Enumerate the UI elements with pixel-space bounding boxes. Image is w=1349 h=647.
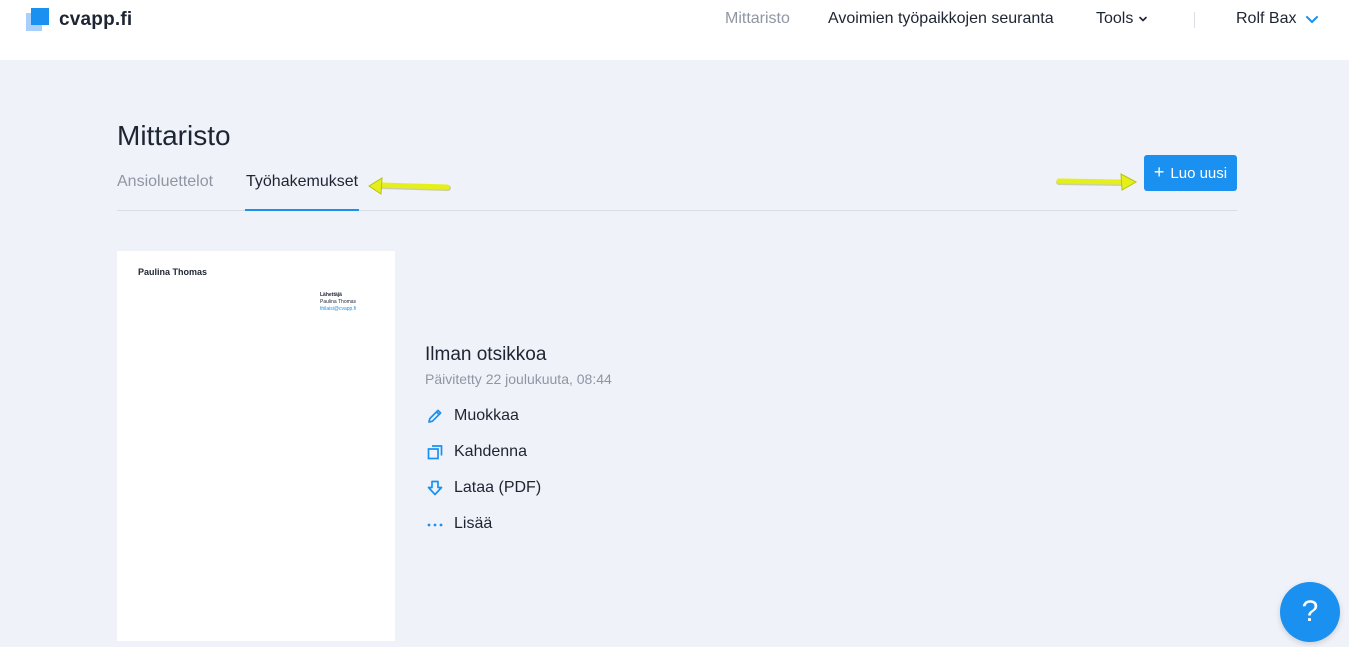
document-thumbnail[interactable]: Paulina Thomas Lähettäjä Paulina Thomas … bbox=[117, 251, 395, 641]
top-bar: cvapp.fi Mittaristo Avoimien työpaikkoje… bbox=[0, 0, 1349, 60]
nav-tools-label: Tools bbox=[1096, 10, 1134, 27]
user-menu[interactable]: Rolf Bax bbox=[1236, 10, 1319, 28]
nav-tools[interactable]: Tools bbox=[1096, 10, 1148, 28]
pencil-icon bbox=[425, 406, 445, 426]
edit-action[interactable]: Muokkaa bbox=[425, 404, 612, 428]
thumbnail-line: Lähettäjä bbox=[320, 292, 342, 298]
duplicate-action[interactable]: Kahdenna bbox=[425, 440, 612, 464]
document-details: Ilman otsikkoa Päivitetty 22 joulukuuta,… bbox=[425, 344, 612, 548]
edit-action-label: Muokkaa bbox=[454, 407, 519, 424]
create-new-label: Luo uusi bbox=[1170, 164, 1228, 182]
chevron-down-icon bbox=[1139, 16, 1148, 22]
plus-icon: + bbox=[1153, 162, 1165, 182]
nav-dashboard[interactable]: Mittaristo bbox=[725, 10, 790, 28]
chevron-down-icon bbox=[1306, 16, 1319, 23]
help-button[interactable]: ? bbox=[1280, 582, 1340, 642]
document-actions: Muokkaa Kahdenna Lataa (PDF) Lisää bbox=[425, 404, 612, 536]
duplicate-icon bbox=[425, 442, 445, 462]
main-nav: Mittaristo Avoimien työpaikkojen seurant… bbox=[0, 10, 1349, 30]
page-title: Mittaristo bbox=[117, 120, 231, 151]
arrow-right-icon bbox=[1056, 173, 1138, 191]
thumbnail-line: Paulina Thomas bbox=[320, 299, 357, 305]
thumbnail-line: thilaisi@cvapp.fi bbox=[320, 306, 357, 312]
thumbnail-sender-block: Lähettäjä Paulina Thomas thilaisi@cvapp.… bbox=[320, 292, 356, 313]
document-updated: Päivitetty 22 joulukuuta, 08:44 bbox=[425, 371, 612, 387]
create-new-button[interactable]: + Luo uusi bbox=[1144, 155, 1237, 191]
user-name: Rolf Bax bbox=[1236, 10, 1297, 27]
more-action-label: Lisää bbox=[454, 515, 493, 532]
download-icon bbox=[425, 478, 445, 498]
more-icon bbox=[425, 514, 445, 534]
arrow-left-icon bbox=[368, 177, 451, 195]
thumbnail-name: Paulina Thomas bbox=[138, 267, 208, 277]
tab-resumes[interactable]: Ansioluettelot bbox=[117, 173, 213, 211]
download-pdf-action-label: Lataa (PDF) bbox=[454, 479, 542, 496]
nav-divider bbox=[1194, 12, 1195, 28]
nav-job-tracking[interactable]: Avoimien työpaikkojen seuranta bbox=[828, 10, 1054, 28]
download-pdf-action[interactable]: Lataa (PDF) bbox=[425, 476, 612, 500]
more-action[interactable]: Lisää bbox=[425, 512, 612, 536]
help-icon: ? bbox=[1301, 595, 1319, 628]
tab-cover-letters[interactable]: Työhakemukset bbox=[245, 173, 360, 211]
document-title[interactable]: Ilman otsikkoa bbox=[425, 344, 612, 366]
duplicate-action-label: Kahdenna bbox=[454, 443, 527, 460]
